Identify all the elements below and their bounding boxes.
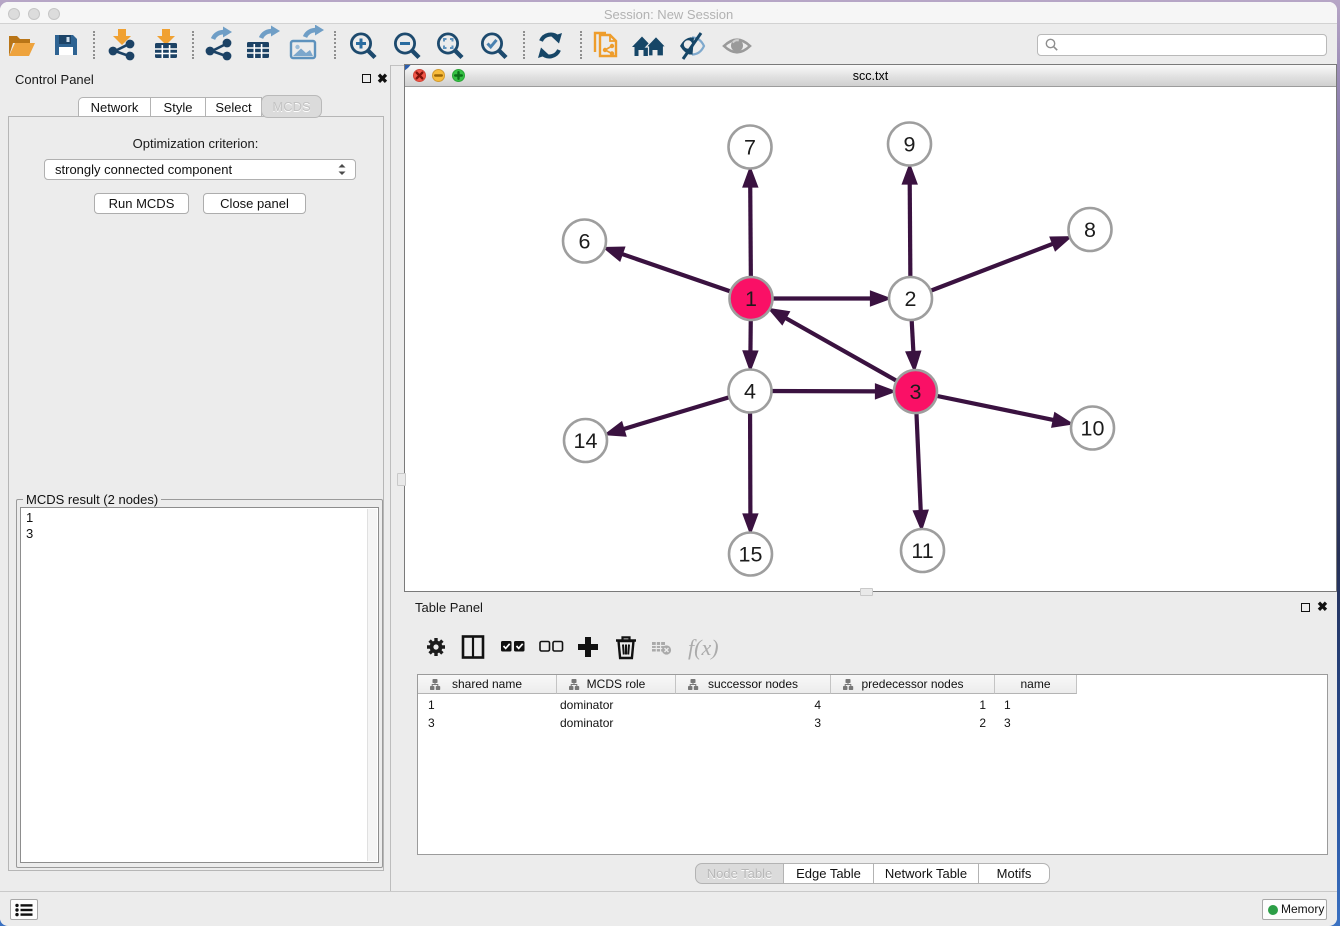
svg-text:14: 14 — [574, 429, 598, 453]
svg-text:7: 7 — [744, 136, 756, 160]
svg-text:8: 8 — [1084, 218, 1096, 242]
svg-text:6: 6 — [579, 230, 591, 254]
svg-text:9: 9 — [904, 133, 916, 157]
svg-text:10: 10 — [1081, 417, 1105, 441]
svg-text:4: 4 — [744, 380, 756, 404]
svg-text:1: 1 — [745, 287, 757, 311]
svg-text:3: 3 — [910, 380, 922, 404]
svg-text:2: 2 — [905, 287, 917, 311]
svg-text:f(x): f(x) — [688, 635, 719, 660]
svg-text:15: 15 — [739, 543, 763, 567]
svg-text:11: 11 — [911, 539, 933, 563]
